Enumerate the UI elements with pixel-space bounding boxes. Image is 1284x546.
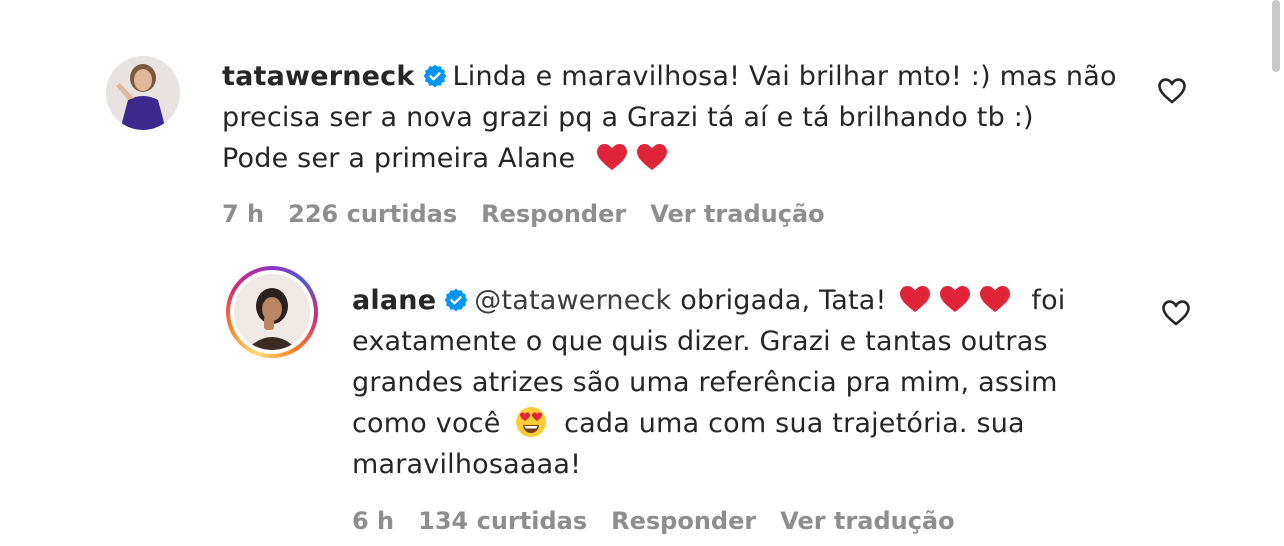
avatar[interactable] [226,266,318,358]
comment-line: como você [352,408,501,439]
comment-meta: 7 h 226 curtidas Responder Ver tradução [222,200,849,228]
timestamp: 7 h [222,200,265,228]
username[interactable]: alane [352,285,436,316]
comment-text: alane @tatawerneck obrigada, Tata! foi ex… [352,280,1142,485]
comment-line: foi [1031,285,1066,316]
comment-line: Linda e maravilhosa! Vai brilhar mto! :)… [452,61,1117,92]
comment-line: grandes atrizes são uma referência pra m… [352,367,1058,398]
comment-line: precisa ser a nova grazi pq a Grazi tá a… [222,102,1034,133]
comment-line: Pode ser a primeira Alane [222,143,576,174]
translate-button[interactable]: Ver tradução [780,507,954,535]
comment-line: cada uma com sua trajetória. sua [564,408,1025,439]
comment-meta: 6 h 134 curtidas Responder Ver tradução [352,507,979,535]
red-heart-emoji-icon [636,143,668,171]
red-heart-emoji-icon [596,143,628,171]
comment-line: obrigada, Tata! [680,285,887,316]
scrollbar[interactable] [1272,0,1280,72]
like-heart-icon[interactable] [1157,77,1187,105]
translate-button[interactable]: Ver tradução [650,200,824,228]
profile-photo [234,274,310,350]
mention-link[interactable]: @tatawerneck [474,285,671,316]
red-heart-emoji-icon [979,285,1011,313]
likes-count[interactable]: 226 curtidas [288,200,457,228]
profile-photo [106,56,180,130]
like-heart-icon[interactable] [1161,299,1191,327]
username[interactable]: tatawerneck [222,61,415,92]
reply-button[interactable]: Responder [481,200,626,228]
red-heart-emoji-icon [939,285,971,313]
red-heart-emoji-icon [899,285,931,313]
timestamp: 6 h [352,507,395,535]
avatar[interactable] [106,56,180,130]
heart-eyes-emoji-icon [516,407,547,437]
comment-line: exatamente o que quis dizer. Grazi e tan… [352,326,1048,357]
verified-badge-icon [423,64,447,88]
likes-count[interactable]: 134 curtidas [418,507,587,535]
verified-badge-icon [444,288,468,312]
comment-line: maravilhosaaaa! [352,449,582,480]
reply-button[interactable]: Responder [611,507,756,535]
comment-text: tatawerneck Linda e maravilhosa! Vai bril… [222,56,1142,179]
